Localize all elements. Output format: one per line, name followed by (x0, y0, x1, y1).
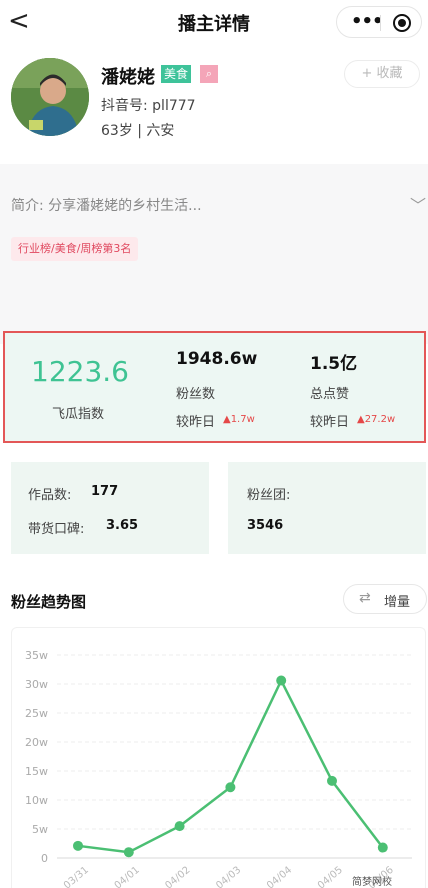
feigua-index-value: 1223.6 (31, 355, 129, 388)
fans-value: 1948.6w (176, 349, 258, 369)
reputation-value: 3.65 (106, 518, 139, 533)
x-tick-label: 04/01 (113, 865, 142, 888)
x-tick-label: 04/05 (316, 865, 345, 888)
chevron-down-icon[interactable]: ﹀ (410, 192, 426, 216)
trend-title: 粉丝趋势图 (11, 593, 87, 611)
category-tag: 美食 (161, 65, 192, 83)
intro-text[interactable]: 简介: 分享潘姥姥的乡村生活... (11, 195, 202, 215)
y-tick-label: 20w (25, 736, 48, 749)
y-tick-label: 10w (25, 794, 48, 807)
more-dots-icon[interactable]: ••• (351, 11, 384, 32)
y-tick-label: 5w (32, 823, 48, 836)
mini-program-capsule: ••• (336, 6, 422, 38)
fan-group-value: 3546 (247, 518, 284, 533)
increment-toggle[interactable]: ⇄ 增量 (343, 584, 427, 614)
data-point (327, 775, 337, 786)
nav-bar: < 播主详情 ••• (0, 0, 428, 44)
data-point (276, 675, 287, 686)
data-point (174, 821, 185, 832)
target-icon[interactable] (393, 14, 411, 32)
age-location: 63岁 | 六安 (101, 123, 175, 139)
works-value: 177 (91, 484, 119, 499)
y-tick-label: 15w (25, 765, 48, 778)
fans-label: 粉丝数 (176, 387, 216, 402)
data-point (123, 847, 134, 858)
x-tick-label: 04/03 (214, 865, 243, 888)
fans-change: ▲1.7w (223, 414, 255, 425)
data-point (225, 782, 236, 793)
streamer-name: 潘姥姥 (101, 67, 155, 88)
likes-value: 1.5亿 (310, 354, 358, 374)
capsule-divider (380, 15, 381, 31)
y-tick-label: 25w (25, 707, 48, 720)
chart-svg: 0 5w 10w 15w 20w 25w 30w 35w 03/31 04/01 04/02 04/0… (25, 649, 412, 888)
fans-trend-chart: 0 5w 10w 15w 20w 25w 30w 35w 03/31 04/01 04/02 04/0… (11, 627, 426, 888)
favorite-button[interactable]: + 收藏 (344, 60, 420, 88)
fan-group-card: 粉丝团: 3546 (228, 462, 426, 554)
likes-change-label: 较昨日 (310, 415, 350, 430)
avatar[interactable] (11, 58, 89, 136)
douyin-id: 抖音号: pll777 (101, 98, 196, 114)
reputation-label: 带货口碑: (28, 522, 85, 537)
works-label: 作品数: (28, 488, 72, 503)
watermark: 简梦网校 (352, 877, 392, 888)
increment-toggle-label: 增量 (384, 595, 411, 610)
data-point (73, 840, 83, 851)
works-card: 作品数: 177 带货口碑: 3.65 (11, 462, 209, 554)
fans-change-label: 较昨日 (176, 415, 216, 430)
x-tick-label: 03/31 (62, 865, 91, 888)
fan-group-label: 粉丝团: (247, 488, 291, 503)
x-tick-label: 04/04 (265, 865, 294, 888)
y-tick-label: 35w (25, 649, 48, 662)
feigua-index-label: 飞瓜指数 (52, 407, 105, 422)
swap-icon: ⇄ (359, 590, 371, 606)
avatar-image (11, 58, 89, 136)
search-icon[interactable]: ⌕ (200, 65, 218, 83)
profile-section: 潘姥姥 美食 ⌕ + 收藏 抖音号: pll777 63岁 | 六安 简介: 分… (0, 44, 428, 344)
y-tick-label: 30w (25, 678, 48, 691)
x-tick-label: 04/02 (163, 865, 192, 888)
stats-panel: 1223.6 飞瓜指数 1948.6w 粉丝数 较昨日 ▲1.7w 1.5亿 总… (3, 331, 426, 443)
likes-change: ▲27.2w (357, 414, 396, 425)
data-point (377, 842, 388, 853)
series-line (77, 679, 384, 854)
profile-header: 潘姥姥 美食 ⌕ + 收藏 抖音号: pll777 63岁 | 六安 (0, 44, 428, 164)
likes-label: 总点赞 (310, 387, 350, 402)
y-tick-label: 0 (41, 852, 48, 865)
rank-tag[interactable]: 行业榜/美食/周榜第3名 (11, 237, 139, 261)
